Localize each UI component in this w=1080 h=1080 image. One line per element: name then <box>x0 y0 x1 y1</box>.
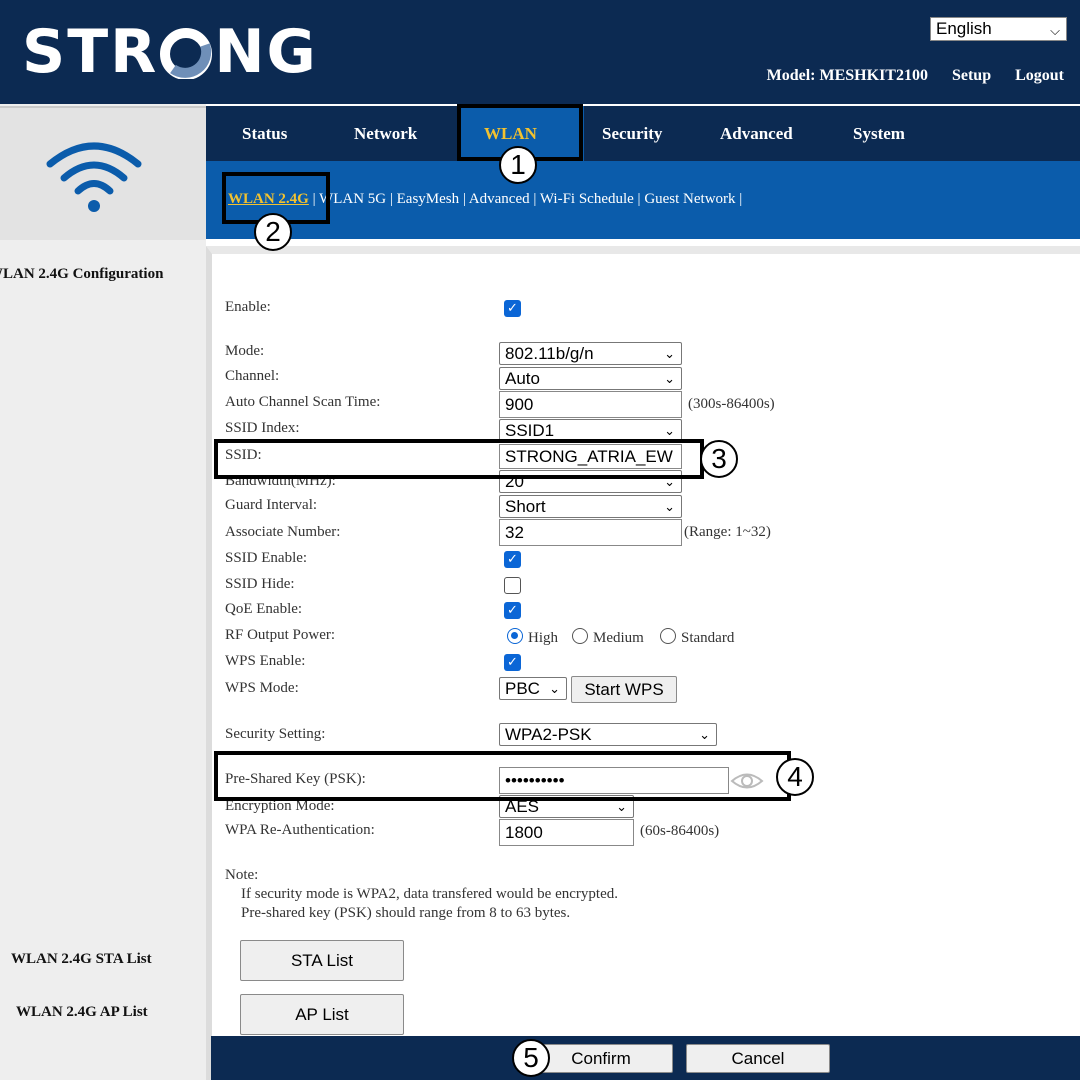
guard-interval-value: Short <box>505 497 546 516</box>
enable-label: Enable: <box>225 299 271 315</box>
security-setting-label: Security Setting: <box>225 726 326 742</box>
channel-value: Auto <box>505 369 540 388</box>
main-nav: Status Network WLAN Security Advanced Sy… <box>206 106 1080 161</box>
rf-standard-radio[interactable] <box>660 628 676 644</box>
tab-network[interactable]: Network <box>354 124 417 144</box>
wifi-icon <box>46 142 142 212</box>
qoe-enable-label: QoE Enable: <box>225 601 303 617</box>
start-wps-button[interactable]: Start WPS <box>571 676 677 703</box>
chevron-down-icon: ⌵ <box>1050 23 1060 38</box>
sub-nav: WLAN 2.4G | WLAN 5G | EasyMesh | Advance… <box>206 161 1080 239</box>
confirm-button[interactable]: Confirm <box>529 1044 673 1073</box>
annotation-marker-4: 4 <box>776 758 814 796</box>
header-bar: STR NG English ⌵ Model: MESHKIT2100 Setu… <box>0 0 1080 104</box>
strong-logo: STR NG <box>22 17 318 87</box>
ssid-enable-label: SSID Enable: <box>225 550 308 566</box>
guard-interval-select[interactable]: Short ⌄ <box>499 495 682 518</box>
wifi-icon-box <box>0 106 206 240</box>
associate-number-input[interactable]: 32 <box>499 519 682 546</box>
tab-system[interactable]: System <box>853 124 905 144</box>
subtab-links[interactable]: | WLAN 5G | EasyMesh | Advanced | Wi-Fi … <box>313 191 743 207</box>
reauth-hint: (60s-86400s) <box>640 823 720 839</box>
associate-number-hint: (Range: 1~32) <box>684 524 771 540</box>
rf-power-label: RF Output Power: <box>225 627 336 643</box>
ap-list-button[interactable]: AP List <box>240 994 404 1035</box>
enable-checkbox[interactable]: ✓ <box>504 300 521 317</box>
note-line-2: Pre-shared key (PSK) should range from 8… <box>241 905 571 921</box>
channel-select[interactable]: Auto ⌄ <box>499 367 682 390</box>
logo-o-mark <box>159 25 213 80</box>
security-setting-value: WPA2-PSK <box>505 725 592 744</box>
annotation-marker-3: 3 <box>700 440 738 478</box>
logo-text-right: NG <box>214 17 318 87</box>
security-setting-select[interactable]: WPA2-PSK ⌄ <box>499 723 717 746</box>
rf-standard-label: Standard <box>681 630 735 646</box>
wps-mode-select[interactable]: PBC ⌄ <box>499 677 567 700</box>
chevron-down-icon: ⌄ <box>699 727 710 742</box>
annotation-marker-5: 5 <box>512 1039 550 1077</box>
language-value: English <box>936 19 992 38</box>
chevron-down-icon: ⌄ <box>664 423 675 438</box>
language-select[interactable]: English ⌵ <box>930 17 1067 41</box>
sta-list-button[interactable]: STA List <box>240 940 404 981</box>
rf-high-radio[interactable] <box>507 628 523 644</box>
tab-status[interactable]: Status <box>242 124 287 144</box>
scan-time-label: Auto Channel Scan Time: <box>225 394 381 410</box>
chevron-down-icon: ⌄ <box>664 346 675 361</box>
guard-interval-label: Guard Interval: <box>225 497 318 513</box>
channel-label: Channel: <box>225 368 280 384</box>
chevron-down-icon: ⌄ <box>664 371 675 386</box>
tab-security[interactable]: Security <box>602 124 662 144</box>
mode-value: 802.11b/g/n <box>505 344 594 363</box>
qoe-enable-checkbox[interactable]: ✓ <box>504 602 521 619</box>
annotation-marker-2: 2 <box>254 213 292 251</box>
ssid-enable-checkbox[interactable]: ✓ <box>504 551 521 568</box>
model-label: Model: MESHKIT2100 <box>766 67 928 84</box>
logo-text-left: STR <box>22 17 159 87</box>
left-sidebar <box>0 104 206 1080</box>
sidebar-config-title: WLAN 2.4G Configuration <box>0 266 164 282</box>
cancel-button[interactable]: Cancel <box>686 1044 830 1073</box>
scan-time-input[interactable]: 900 <box>499 391 682 418</box>
sidebar-sta-list-link[interactable]: WLAN 2.4G STA List <box>11 951 152 968</box>
mode-label: Mode: <box>225 343 265 359</box>
ssid-hide-checkbox[interactable] <box>504 577 521 594</box>
reauth-input[interactable]: 1800 <box>499 819 634 846</box>
note-line-1: If security mode is WPA2, data transfere… <box>241 886 618 902</box>
wps-enable-checkbox[interactable]: ✓ <box>504 654 521 671</box>
wps-mode-value: PBC <box>505 679 540 698</box>
logout-link[interactable]: Logout <box>1015 67 1064 85</box>
wps-enable-label: WPS Enable: <box>225 653 306 669</box>
wps-mode-label: WPS Mode: <box>225 680 299 696</box>
sidebar-ap-list-link[interactable]: WLAN 2.4G AP List <box>16 1004 148 1021</box>
ssid-hide-label: SSID Hide: <box>225 576 295 592</box>
ssid-index-label: SSID Index: <box>225 420 300 436</box>
rf-high-label: High <box>528 630 558 646</box>
scan-time-hint: (300s-86400s) <box>688 396 775 412</box>
mode-select[interactable]: 802.11b/g/n ⌄ <box>499 342 682 365</box>
note-title: Note: <box>225 867 259 883</box>
tab-advanced[interactable]: Advanced <box>720 124 793 144</box>
rf-medium-radio[interactable] <box>572 628 588 644</box>
rf-medium-label: Medium <box>593 630 644 646</box>
reauth-label: WPA Re-Authentication: <box>225 822 375 838</box>
chevron-down-icon: ⌄ <box>549 681 560 696</box>
associate-number-label: Associate Number: <box>225 524 341 540</box>
chevron-down-icon: ⌄ <box>664 499 675 514</box>
setup-link[interactable]: Setup <box>952 67 991 85</box>
annotation-box-psk <box>214 751 791 801</box>
annotation-marker-1: 1 <box>499 146 537 184</box>
annotation-box-ssid <box>214 439 704 479</box>
ssid-index-value: SSID1 <box>505 421 555 440</box>
